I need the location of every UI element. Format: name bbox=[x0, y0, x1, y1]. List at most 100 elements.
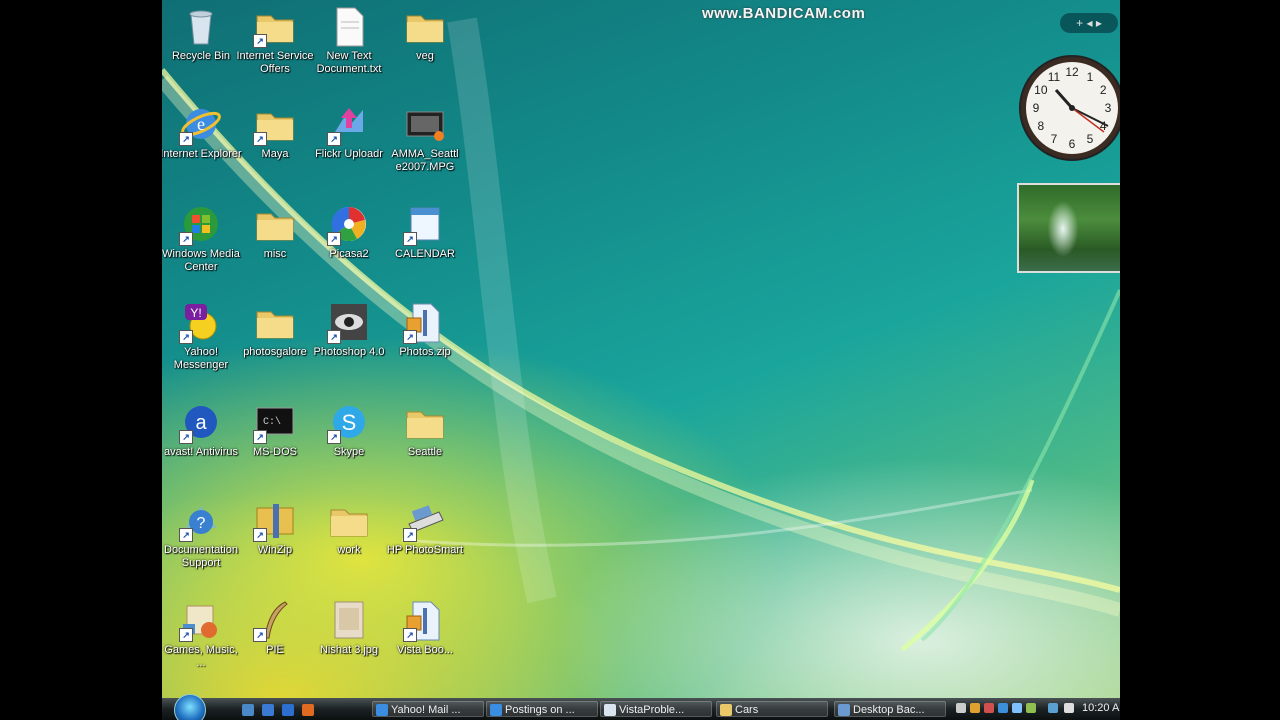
desktop-icon[interactable]: work bbox=[308, 498, 390, 557]
shortcut-arrow-icon: ↗ bbox=[179, 132, 193, 146]
desktop-icon[interactable]: ↗ Maya bbox=[234, 102, 316, 161]
desktop-icon-label: Nishat 3.jpg bbox=[319, 644, 379, 656]
desktop-icon[interactable]: e ↗ Internet Explorer bbox=[162, 102, 242, 161]
sync-icon[interactable] bbox=[1026, 703, 1036, 713]
desktop-icon[interactable]: ↗ Internet Service Offers bbox=[234, 4, 316, 76]
image-file-icon bbox=[327, 598, 371, 642]
desktop-icon[interactable]: ↗ Games, Music, ... bbox=[162, 598, 242, 670]
desktop-icon[interactable]: ↗ Windows Media Center bbox=[162, 202, 242, 274]
desktop-icon[interactable]: C:\ ↗ MS-DOS bbox=[234, 400, 316, 459]
desktop-icon[interactable]: ? ↗ Documentation Support bbox=[162, 498, 242, 570]
clock-face: 12 1234567891011 bbox=[1019, 55, 1120, 161]
shortcut-arrow-icon: ↗ bbox=[327, 232, 341, 246]
taskbar-button[interactable]: VistaProble... bbox=[600, 701, 712, 717]
folder-icon bbox=[720, 704, 732, 716]
skype-icon: S ↗ bbox=[327, 400, 371, 444]
shortcut-arrow-icon: ↗ bbox=[253, 528, 267, 542]
desktop-icon[interactable]: ↗ CALENDAR bbox=[384, 202, 466, 261]
taskbar-button-label: Postings on ... bbox=[505, 704, 575, 716]
slideshow-gadget[interactable] bbox=[1017, 183, 1120, 273]
avast-tray-icon[interactable] bbox=[984, 703, 994, 713]
desktop-icon[interactable]: Nishat 3.jpg bbox=[308, 598, 390, 657]
clock-numeral: 9 bbox=[1033, 101, 1040, 115]
desktop-icon-label: WinZip bbox=[257, 544, 293, 556]
document-icon bbox=[604, 704, 616, 716]
desktop-icon-label: Skype bbox=[333, 446, 365, 458]
desktop-icon[interactable]: S ↗ Skype bbox=[308, 400, 390, 459]
shortcut-arrow-icon: ↗ bbox=[253, 132, 267, 146]
sidebar-controls[interactable]: + ◂ ▸ bbox=[1060, 13, 1118, 33]
ie-icon bbox=[376, 704, 388, 716]
clock-gadget[interactable]: 12 1 2 3 4 5 6 7 8 9 10 11 bbox=[1016, 52, 1120, 164]
shortcut-arrow-icon: ↗ bbox=[403, 528, 417, 542]
ie-icon bbox=[490, 704, 502, 716]
windows-logo-icon: ↗ bbox=[179, 202, 223, 246]
network-status-icon[interactable] bbox=[1048, 703, 1058, 713]
bandicam-watermark: www.BANDICAM.com bbox=[702, 5, 866, 22]
desktop-icon-label: Vista Boo... bbox=[396, 644, 454, 656]
show-desktop-icon[interactable] bbox=[242, 704, 254, 716]
desktop-icon-label: Picasa2 bbox=[329, 248, 369, 260]
taskbar-button[interactable]: Postings on ... bbox=[486, 701, 598, 717]
desktop-icon[interactable]: veg bbox=[384, 4, 466, 63]
desktop-icon[interactable]: AMMA_Seattl e2007.MPG bbox=[384, 102, 466, 174]
folder-icon bbox=[253, 202, 297, 246]
folder-icon bbox=[403, 400, 447, 444]
desktop-icon-label: Yahoo! Messenger bbox=[173, 346, 229, 371]
desktop-icon[interactable]: ↗ Picasa2 bbox=[308, 202, 390, 261]
taskbar-button[interactable]: Yahoo! Mail ... bbox=[372, 701, 484, 717]
desktop-icon[interactable]: Seattle bbox=[384, 400, 466, 459]
media-player-icon[interactable] bbox=[302, 704, 314, 716]
terminal-icon: C:\ ↗ bbox=[253, 400, 297, 444]
desktop-icon[interactable]: ↗ WinZip bbox=[234, 498, 316, 557]
desktop-icon[interactable]: Recycle Bin bbox=[162, 4, 242, 63]
calendar-icon: ↗ bbox=[403, 202, 447, 246]
desktop-icon-label: Documentation Support bbox=[164, 544, 238, 569]
taskbar-button-label: Yahoo! Mail ... bbox=[391, 704, 461, 716]
desktop-icon[interactable]: Y! ↗ Yahoo! Messenger bbox=[162, 300, 242, 372]
taskbar-clock[interactable]: 10:20 A bbox=[1082, 702, 1119, 714]
ie-icon[interactable] bbox=[282, 704, 294, 716]
folder-icon bbox=[253, 300, 297, 344]
display-icon bbox=[838, 704, 850, 716]
desktop-icon[interactable]: ↗ PIE bbox=[234, 598, 316, 657]
clock-numeral: 11 bbox=[1048, 70, 1061, 84]
folder-icon bbox=[327, 498, 371, 542]
chevron-left-icon[interactable] bbox=[956, 703, 966, 713]
switch-windows-icon[interactable] bbox=[262, 704, 274, 716]
network-icon[interactable] bbox=[998, 703, 1008, 713]
windows-flag-icon[interactable] bbox=[970, 703, 980, 713]
volume-icon[interactable] bbox=[1064, 703, 1074, 713]
taskbar-button[interactable]: Cars bbox=[716, 701, 828, 717]
quill-icon: ↗ bbox=[253, 598, 297, 642]
desktop-icon[interactable]: ↗ Photoshop 4.0 bbox=[308, 300, 390, 359]
svg-text:C:\: C:\ bbox=[263, 416, 281, 428]
shortcut-arrow-icon: ↗ bbox=[179, 628, 193, 642]
shortcut-arrow-icon: ↗ bbox=[403, 232, 417, 246]
scanner-icon: ↗ bbox=[403, 498, 447, 542]
desktop-icon-label: New Text Document.txt bbox=[316, 50, 382, 75]
svg-text:e: e bbox=[197, 114, 205, 134]
desktop-icon-label: MS-DOS bbox=[253, 446, 297, 458]
desktop-icon-label: Games, Music, ... bbox=[164, 644, 238, 669]
folder-icon: ↗ bbox=[253, 102, 297, 146]
bluetooth-icon[interactable] bbox=[1012, 703, 1022, 713]
desktop-icon[interactable]: ↗ Photos.zip bbox=[384, 300, 466, 359]
clock-numeral: 12 bbox=[1065, 65, 1079, 79]
yahoo-messenger-icon: Y! ↗ bbox=[179, 300, 223, 344]
desktop-icon[interactable]: ↗ Flickr Uploadr bbox=[308, 102, 390, 161]
taskbar-button[interactable]: Desktop Bac... bbox=[834, 701, 946, 717]
clock-numeral: 7 bbox=[1051, 132, 1058, 146]
desktop-icon[interactable]: a ↗ avast! Antivirus bbox=[162, 400, 242, 459]
desktop-icon[interactable]: New Text Document.txt bbox=[308, 4, 390, 76]
desktop-icon-label: CALENDAR bbox=[395, 248, 455, 260]
start-button[interactable] bbox=[174, 694, 206, 720]
shortcut-arrow-icon: ↗ bbox=[253, 628, 267, 642]
desktop-icon[interactable]: ↗ HP PhotoSmart bbox=[384, 498, 466, 557]
taskbar-button-label: VistaProble... bbox=[619, 704, 685, 716]
shortcut-arrow-icon: ↗ bbox=[253, 430, 267, 444]
clock-numeral: 6 bbox=[1069, 137, 1076, 151]
desktop-icon[interactable]: photosgalore bbox=[234, 300, 316, 359]
desktop-icon[interactable]: ↗ Vista Boo... bbox=[384, 598, 466, 657]
desktop-icon[interactable]: misc bbox=[234, 202, 316, 261]
